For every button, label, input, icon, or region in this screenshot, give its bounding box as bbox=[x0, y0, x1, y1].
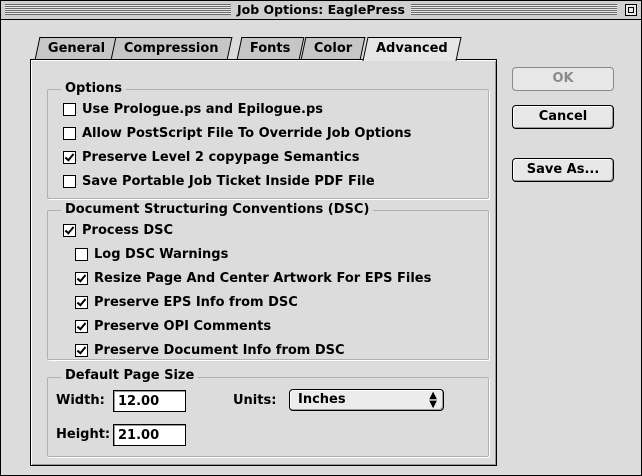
option-allow-override[interactable]: Allow PostScript File To Override Job Op… bbox=[63, 125, 411, 141]
option-use-prologue[interactable]: Use Prologue.ps and Epilogue.ps bbox=[63, 101, 323, 117]
width-label: Width: bbox=[56, 393, 105, 408]
option-save-job-ticket[interactable]: Save Portable Job Ticket Inside PDF File bbox=[63, 173, 375, 189]
checkbox-allow-override[interactable] bbox=[63, 126, 76, 140]
units-select-value: Inches bbox=[298, 392, 346, 407]
checkbox-preserve-copypage[interactable] bbox=[63, 150, 76, 164]
options-group-title: Options bbox=[61, 82, 126, 96]
window-title: Job Options: EaglePress bbox=[230, 2, 412, 17]
tab-advanced[interactable]: Advanced bbox=[362, 37, 462, 61]
units-label: Units: bbox=[233, 393, 277, 408]
cancel-button[interactable]: Cancel bbox=[512, 105, 614, 129]
option-process-dsc[interactable]: Process DSC bbox=[63, 222, 173, 238]
height-field[interactable]: 21.00 bbox=[113, 424, 186, 446]
checkbox-resize-page[interactable] bbox=[75, 271, 88, 285]
page-size-group-title: Default Page Size bbox=[61, 369, 199, 383]
checkbox-save-job-ticket[interactable] bbox=[63, 174, 76, 188]
height-label: Height: bbox=[56, 427, 111, 442]
checkbox-use-prologue[interactable] bbox=[63, 102, 76, 116]
title-bar[interactable]: Job Options: EaglePress bbox=[1, 1, 641, 20]
width-field[interactable]: 12.00 bbox=[113, 390, 186, 412]
option-log-dsc-warnings[interactable]: Log DSC Warnings bbox=[75, 246, 228, 262]
option-preserve-opi[interactable]: Preserve OPI Comments bbox=[75, 318, 271, 334]
save-as-button[interactable]: Save As... bbox=[512, 158, 614, 182]
option-preserve-copypage[interactable]: Preserve Level 2 copypage Semantics bbox=[63, 149, 360, 165]
tab-general[interactable]: General bbox=[34, 37, 119, 60]
option-resize-page[interactable]: Resize Page And Center Artwork For EPS F… bbox=[75, 270, 431, 286]
option-preserve-doc-info[interactable]: Preserve Document Info from DSC bbox=[75, 342, 345, 358]
job-options-window: Job Options: EaglePress General Compress… bbox=[0, 0, 642, 476]
checkbox-process-dsc[interactable] bbox=[63, 223, 76, 237]
tab-color[interactable]: Color bbox=[300, 37, 366, 60]
units-select[interactable]: Inches ▲ ▼ bbox=[289, 389, 444, 411]
tab-fonts[interactable]: Fonts bbox=[236, 37, 304, 60]
checkbox-preserve-eps-info[interactable] bbox=[75, 295, 88, 309]
ok-button[interactable]: OK bbox=[512, 67, 614, 91]
checkbox-log-dsc-warnings[interactable] bbox=[75, 247, 88, 261]
checkbox-preserve-opi[interactable] bbox=[75, 319, 88, 333]
option-preserve-eps-info[interactable]: Preserve EPS Info from DSC bbox=[75, 294, 298, 310]
popup-arrows-icon: ▲ ▼ bbox=[429, 390, 437, 410]
dsc-group-title: Document Structuring Conventions (DSC) bbox=[61, 203, 374, 217]
checkbox-preserve-doc-info[interactable] bbox=[75, 343, 88, 357]
tab-compression[interactable]: Compression bbox=[110, 37, 233, 60]
zoom-box-icon[interactable] bbox=[625, 4, 637, 16]
